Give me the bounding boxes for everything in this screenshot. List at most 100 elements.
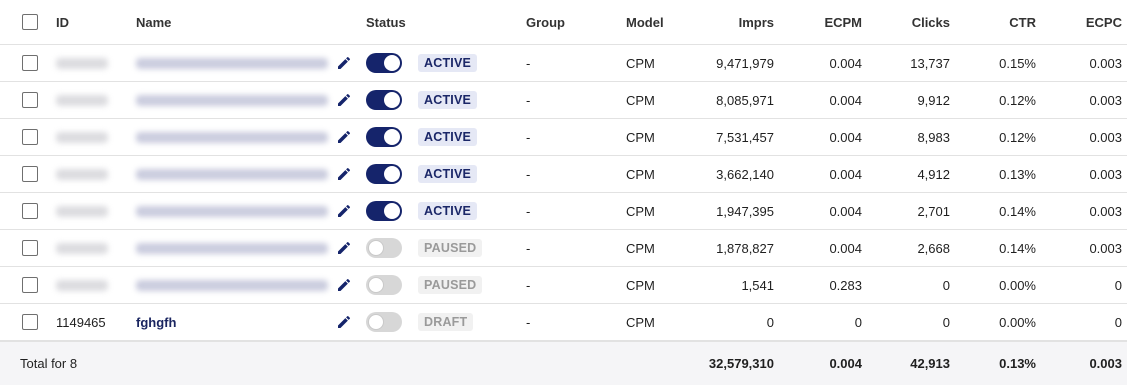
redacted-name-link[interactable] (136, 94, 328, 106)
total-ctr: 0.13% (999, 356, 1036, 371)
table-row[interactable]: ACTIVE - CPM 8,085,971 0.004 9,912 0.12% 0.003 (0, 82, 1127, 119)
table-row[interactable]: ACTIVE - CPM 3,662,140 0.004 4,912 0.13% 0.003 (0, 156, 1127, 193)
column-header-imprs[interactable]: Imprs (739, 0, 774, 44)
row-name-cell[interactable] (136, 156, 328, 192)
row-name-cell[interactable]: fghgfh (136, 304, 176, 340)
row-name-cell[interactable] (136, 119, 328, 155)
redacted-name-link[interactable] (136, 279, 328, 291)
toggle-knob (368, 314, 384, 330)
table-row[interactable]: 1149465 fghgfh DRAFT - CPM 0 0 0 0.00% 0 (0, 304, 1127, 341)
row-clicks: 13,737 (910, 55, 950, 71)
status-toggle[interactable] (366, 275, 402, 295)
status-toggle-cell[interactable] (366, 230, 402, 266)
column-header-ecpm[interactable]: ECPM (824, 0, 862, 44)
table-row[interactable]: PAUSED - CPM 1,878,827 0.004 2,668 0.14% 0.003 (0, 230, 1127, 267)
row-imprs: 1,947,395 (716, 203, 774, 219)
row-checkbox-cell[interactable] (22, 82, 38, 118)
row-checkbox-cell[interactable] (22, 193, 38, 229)
row-checkbox[interactable] (22, 203, 38, 219)
row-name-cell[interactable] (136, 45, 328, 81)
column-header-group[interactable]: Group (526, 0, 565, 44)
column-header-id[interactable]: ID (56, 0, 69, 44)
status-toggle[interactable] (366, 53, 402, 73)
edit-icon[interactable] (336, 267, 352, 303)
row-model: CPM (626, 92, 655, 108)
redacted-id (56, 242, 108, 254)
row-ecpc: 0.003 (1089, 129, 1122, 145)
total-imprs: 32,579,310 (708, 356, 774, 371)
status-badge-cell: ACTIVE (418, 156, 478, 192)
row-checkbox-cell[interactable] (22, 119, 38, 155)
row-model: CPM (626, 129, 655, 145)
row-checkbox[interactable] (22, 240, 38, 256)
column-header-status[interactable]: Status (366, 0, 406, 44)
row-checkbox[interactable] (22, 166, 38, 182)
column-header-clicks[interactable]: Clicks (912, 0, 950, 44)
status-toggle[interactable] (366, 90, 402, 110)
row-checkbox[interactable] (22, 277, 38, 293)
status-badge-cell: DRAFT (418, 304, 474, 340)
redacted-name-link[interactable] (136, 205, 328, 217)
row-ctr: 0.13% (999, 166, 1036, 182)
column-header-ecpc[interactable]: ECPC (1086, 0, 1122, 44)
select-all-checkbox[interactable] (22, 14, 38, 30)
status-toggle-cell[interactable] (366, 45, 402, 81)
redacted-name-link[interactable] (136, 242, 328, 254)
row-model: CPM (626, 203, 655, 219)
edit-icon[interactable] (336, 230, 352, 266)
redacted-name-link[interactable] (136, 168, 328, 180)
table-row[interactable]: ACTIVE - CPM 9,471,979 0.004 13,737 0.15% 0.003 (0, 45, 1127, 82)
status-toggle-cell[interactable] (366, 82, 402, 118)
row-checkbox[interactable] (22, 92, 38, 108)
status-toggle-cell[interactable] (366, 267, 402, 303)
edit-icon[interactable] (336, 156, 352, 192)
status-toggle-cell[interactable] (366, 193, 402, 229)
row-checkbox[interactable] (22, 129, 38, 145)
row-checkbox-cell[interactable] (22, 267, 38, 303)
redacted-name-link[interactable] (136, 131, 328, 143)
column-header-ctr[interactable]: CTR (1009, 0, 1036, 44)
row-checkbox[interactable] (22, 314, 38, 330)
row-ecpm: 0.004 (829, 203, 862, 219)
row-ecpc: 0 (1114, 314, 1122, 330)
row-checkbox-cell[interactable] (22, 45, 38, 81)
status-toggle[interactable] (366, 201, 402, 221)
row-ctr: 0.00% (999, 314, 1036, 330)
table-row[interactable]: ACTIVE - CPM 1,947,395 0.004 2,701 0.14% 0.003 (0, 193, 1127, 230)
edit-icon[interactable] (336, 82, 352, 118)
row-imprs: 3,662,140 (716, 166, 774, 182)
row-checkbox-cell[interactable] (22, 230, 38, 266)
table-row[interactable]: PAUSED - CPM 1,541 0.283 0 0.00% 0 (0, 267, 1127, 304)
status-toggle[interactable] (366, 127, 402, 147)
select-all-checkbox-cell[interactable] (22, 0, 38, 44)
row-checkbox-cell[interactable] (22, 304, 38, 340)
edit-icon[interactable] (336, 119, 352, 155)
column-header-name[interactable]: Name (136, 0, 171, 44)
edit-icon[interactable] (336, 193, 352, 229)
row-name-cell[interactable] (136, 267, 328, 303)
status-toggle[interactable] (366, 238, 402, 258)
row-name-cell[interactable] (136, 82, 328, 118)
status-toggle[interactable] (366, 312, 402, 332)
status-toggle-cell[interactable] (366, 156, 402, 192)
row-name-cell[interactable] (136, 193, 328, 229)
column-header-model[interactable]: Model (626, 0, 664, 44)
edit-icon[interactable] (336, 45, 352, 81)
edit-icon[interactable] (336, 304, 352, 340)
status-badge-cell: PAUSED (418, 267, 483, 303)
redacted-name-link[interactable] (136, 57, 328, 69)
row-clicks: 0 (942, 314, 950, 330)
row-checkbox-cell[interactable] (22, 156, 38, 192)
row-group: - (526, 277, 531, 293)
row-name-link[interactable]: fghgfh (136, 315, 176, 330)
row-checkbox[interactable] (22, 55, 38, 71)
row-id-cell (56, 82, 108, 118)
status-toggle-cell[interactable] (366, 304, 402, 340)
toggle-knob (384, 55, 400, 71)
status-toggle[interactable] (366, 164, 402, 184)
row-name-cell[interactable] (136, 230, 328, 266)
row-group: - (526, 129, 531, 145)
row-group: - (526, 92, 531, 108)
table-row[interactable]: ACTIVE - CPM 7,531,457 0.004 8,983 0.12% 0.003 (0, 119, 1127, 156)
status-toggle-cell[interactable] (366, 119, 402, 155)
